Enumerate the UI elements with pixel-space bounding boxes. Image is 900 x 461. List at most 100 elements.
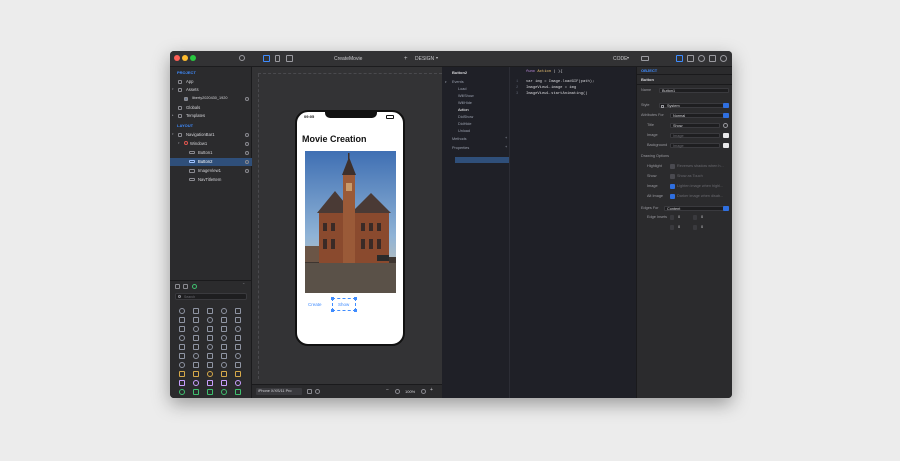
component-icon[interactable] (207, 308, 213, 314)
visibility-toggle-icon[interactable] (245, 97, 249, 101)
resize-handle[interactable] (331, 309, 334, 312)
layout-item-button2[interactable]: Button2 (198, 159, 212, 164)
component-icon[interactable] (193, 362, 199, 368)
minimize-window-button[interactable] (182, 55, 188, 61)
component-icon[interactable] (193, 389, 199, 395)
chevron-down-icon[interactable]: ▾ (178, 142, 180, 145)
component-icon[interactable] (221, 308, 227, 314)
event-didshow[interactable]: DidShow (458, 115, 473, 120)
chevron-down-icon[interactable]: ▾ (627, 56, 629, 60)
component-icon[interactable] (193, 380, 199, 386)
asset-file-item[interactable]: liberty2020430_1920 (192, 96, 227, 101)
add-property-button[interactable]: + (505, 145, 507, 150)
edges-select[interactable]: Content (664, 206, 729, 211)
chevron-right-icon[interactable]: ▸ (172, 114, 174, 117)
component-icon[interactable] (221, 389, 227, 395)
zoom-window-button[interactable] (190, 55, 196, 61)
component-icon[interactable] (221, 344, 227, 350)
chevron-updown-icon[interactable] (723, 113, 729, 118)
visibility-toggle-icon[interactable] (245, 151, 249, 155)
inset-stepper[interactable] (670, 215, 674, 220)
close-window-button[interactable] (174, 55, 180, 61)
show-touch-checkbox[interactable] (670, 174, 675, 179)
event-willhide[interactable]: WillHide (458, 101, 472, 106)
visibility-toggle-icon[interactable] (245, 160, 249, 164)
add-button[interactable]: + (404, 56, 408, 62)
layout-item-navtitleitem[interactable]: NavTitleItem (198, 177, 221, 182)
darker-checkbox[interactable] (670, 194, 675, 199)
component-icon[interactable] (235, 317, 241, 323)
visibility-toggle-icon[interactable] (245, 133, 249, 137)
component-icon[interactable] (207, 344, 213, 350)
inset-stepper[interactable] (693, 215, 697, 220)
style-select[interactable]: System (659, 103, 729, 108)
component-icon[interactable] (179, 308, 185, 314)
attributes-select[interactable]: Normal (670, 113, 729, 118)
component-icon[interactable] (207, 371, 213, 377)
component-icon[interactable] (221, 371, 227, 377)
resize-handle[interactable] (354, 297, 357, 300)
component-icon[interactable] (221, 380, 227, 386)
localize-icon[interactable] (723, 123, 728, 128)
orientation-icon[interactable] (307, 389, 312, 394)
component-icon[interactable] (221, 326, 227, 332)
link-icon[interactable] (709, 55, 716, 62)
component-icon[interactable] (193, 344, 199, 350)
collapse-icon[interactable]: ⌃ (242, 283, 245, 287)
component-icon[interactable] (207, 362, 213, 368)
component-icon[interactable] (221, 362, 227, 368)
preview-eye-icon[interactable] (720, 55, 727, 62)
component-icon[interactable] (235, 308, 241, 314)
inset-stepper[interactable] (693, 225, 697, 230)
component-icon[interactable] (179, 389, 185, 395)
methods-group[interactable]: Methods (452, 137, 467, 142)
event-didhide[interactable]: DidHide (458, 122, 472, 127)
name-field[interactable]: Button1 (659, 88, 729, 93)
component-icon[interactable] (193, 353, 199, 359)
events-group[interactable]: Events (452, 80, 464, 85)
component-icon[interactable] (235, 362, 241, 368)
add-method-button[interactable]: + (505, 136, 507, 141)
inset-right[interactable]: 0 (701, 225, 703, 230)
component-icon[interactable] (193, 308, 199, 314)
event-load[interactable]: Load (458, 87, 466, 92)
resize-handle[interactable] (354, 309, 357, 312)
component-icon[interactable] (179, 335, 185, 341)
chevron-updown-icon[interactable] (723, 206, 729, 211)
library-grid-icon[interactable] (175, 284, 180, 289)
component-icon[interactable] (207, 335, 213, 341)
create-button[interactable]: Create (308, 302, 322, 308)
inset-left[interactable]: 0 (701, 215, 703, 220)
component-icon[interactable] (207, 326, 213, 332)
highlight-checkbox[interactable] (670, 164, 675, 169)
image-field[interactable]: Image (670, 133, 720, 138)
layout-item-imageview1[interactable]: ImageView1 (198, 168, 221, 173)
layout-item-navigationbar1[interactable]: NavigationBar1 (186, 132, 215, 137)
component-icon[interactable] (179, 380, 185, 386)
component-icon[interactable] (221, 335, 227, 341)
component-icon[interactable] (207, 317, 213, 323)
refresh-icon[interactable] (315, 389, 320, 394)
title-field[interactable]: Show (670, 123, 720, 128)
component-icon[interactable] (235, 380, 241, 386)
lighten-checkbox[interactable] (670, 184, 675, 189)
component-icon[interactable] (235, 389, 241, 395)
library-search-field[interactable]: Search (175, 293, 247, 300)
chevron-updown-icon[interactable] (723, 103, 729, 108)
chevron-down-icon[interactable]: ▾ (172, 133, 174, 136)
inset-top[interactable]: 0 (678, 215, 680, 220)
resize-handle[interactable] (331, 297, 334, 300)
chevron-down-icon[interactable]: ▾ (445, 81, 447, 84)
component-icon[interactable] (235, 353, 241, 359)
component-icon[interactable] (179, 353, 185, 359)
event-action[interactable]: Action (458, 108, 469, 113)
library-media-icon[interactable] (183, 284, 188, 289)
component-icon[interactable] (193, 371, 199, 377)
style-inspector-icon[interactable] (698, 55, 705, 62)
inset-bottom[interactable]: 0 (678, 225, 680, 230)
component-icon[interactable] (235, 326, 241, 332)
component-icon[interactable] (207, 380, 213, 386)
component-icon[interactable] (179, 362, 185, 368)
component-icon[interactable] (235, 371, 241, 377)
visibility-toggle-icon[interactable] (245, 142, 249, 146)
